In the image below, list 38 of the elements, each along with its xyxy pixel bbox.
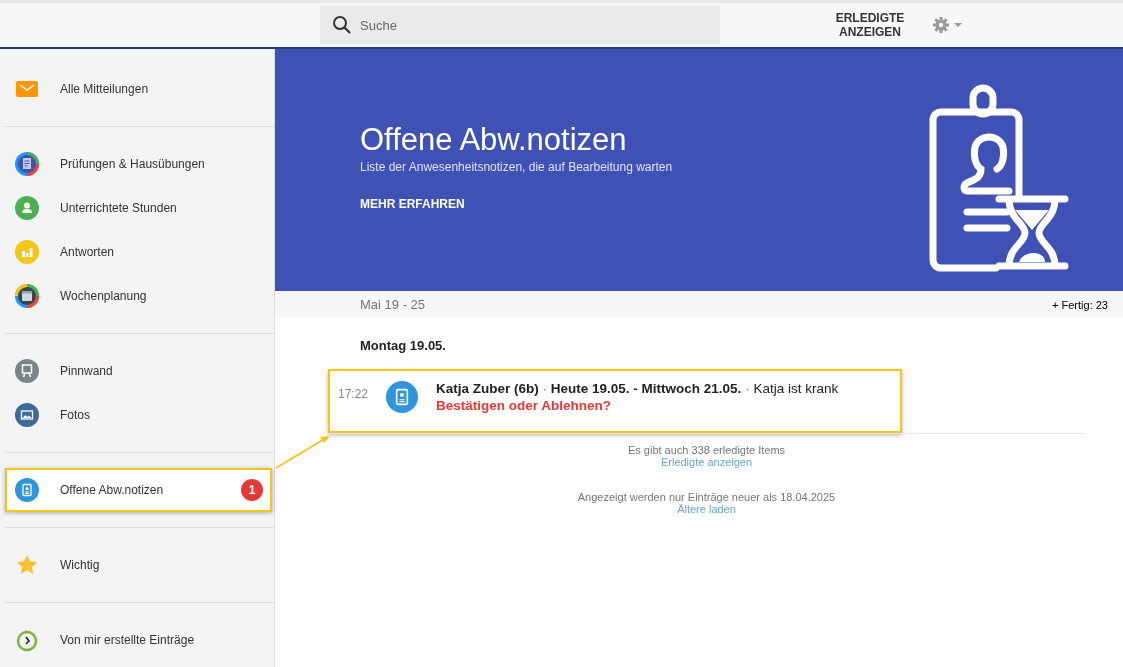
- show-done-button[interactable]: ERLEDIGTE ANZEIGEN: [820, 11, 920, 39]
- learn-more-link[interactable]: MEHR ERFAHREN: [360, 197, 465, 211]
- search-field[interactable]: Suche: [320, 6, 720, 44]
- bar-chart-icon: [15, 240, 39, 264]
- star-icon: [16, 554, 38, 576]
- envelope-icon: [16, 81, 38, 97]
- id-badge-icon: [15, 478, 39, 502]
- count-badge: 1: [241, 479, 263, 501]
- done-info: Es gibt auch 338 erledigte Items: [627, 444, 786, 456]
- day-heading: Montag 19.05.: [360, 338, 447, 353]
- sidebar-item[interactable]: Unterrichtete Stunden: [5, 186, 274, 230]
- sidebar-item[interactable]: Wichtig: [5, 543, 274, 587]
- sidebar-item[interactable]: Pinnwand: [5, 349, 274, 393]
- settings-icon: [932, 16, 964, 34]
- sidebar-item[interactable]: Offene Abw.notizen 1: [5, 468, 272, 512]
- sidebar-item[interactable]: Alle Mitteilungen: [5, 67, 274, 111]
- sidebar-item[interactable]: Von mir erstellte Einträge: [5, 618, 274, 662]
- picture-icon: [15, 403, 39, 427]
- notepad-icon: [15, 152, 39, 176]
- confirm-or-reject-link[interactable]: Bestätigen oder Ablehnen?: [436, 398, 612, 413]
- id-badge-icon: [386, 381, 418, 413]
- sidebar-item[interactable]: Wochenplanung: [5, 274, 274, 318]
- person-icon: [15, 196, 39, 220]
- notice-entry[interactable]: 17:22 Katja Zuber (6b) · Heute 19.05. - Mittwoch 21.05. · Katja ist krank Bestätigen oder Ablehnen?: [328, 369, 902, 433]
- banner-subtitle: Liste der Anwesenheitsnotizen, die auf Bearbeitung warten: [360, 160, 673, 174]
- entry-time: 17:22: [338, 387, 370, 401]
- range-info: Angezeigt werden nur Einträge neuer als 18.04.2025: [577, 491, 836, 503]
- sidebar-item[interactable]: Antworten: [5, 230, 274, 274]
- sidebar-item[interactable]: Prüfungen & Hausübungen: [5, 142, 274, 186]
- sidebar-item[interactable]: Fotos: [5, 393, 274, 437]
- callout-arrow: [274, 434, 332, 470]
- settings-button[interactable]: [932, 16, 964, 34]
- easel-icon: [15, 359, 39, 383]
- entry-summary: Katja Zuber (6b) · Heute 19.05. - Mittwoch 21.05. · Katja ist krank: [436, 381, 839, 396]
- week-range: Mai 19 - 25: [360, 297, 426, 312]
- done-count: + Fertig: 23: [1052, 298, 1108, 311]
- calendar-icon: [15, 284, 39, 308]
- banner-title: Offene Abw.notizen: [360, 122, 628, 158]
